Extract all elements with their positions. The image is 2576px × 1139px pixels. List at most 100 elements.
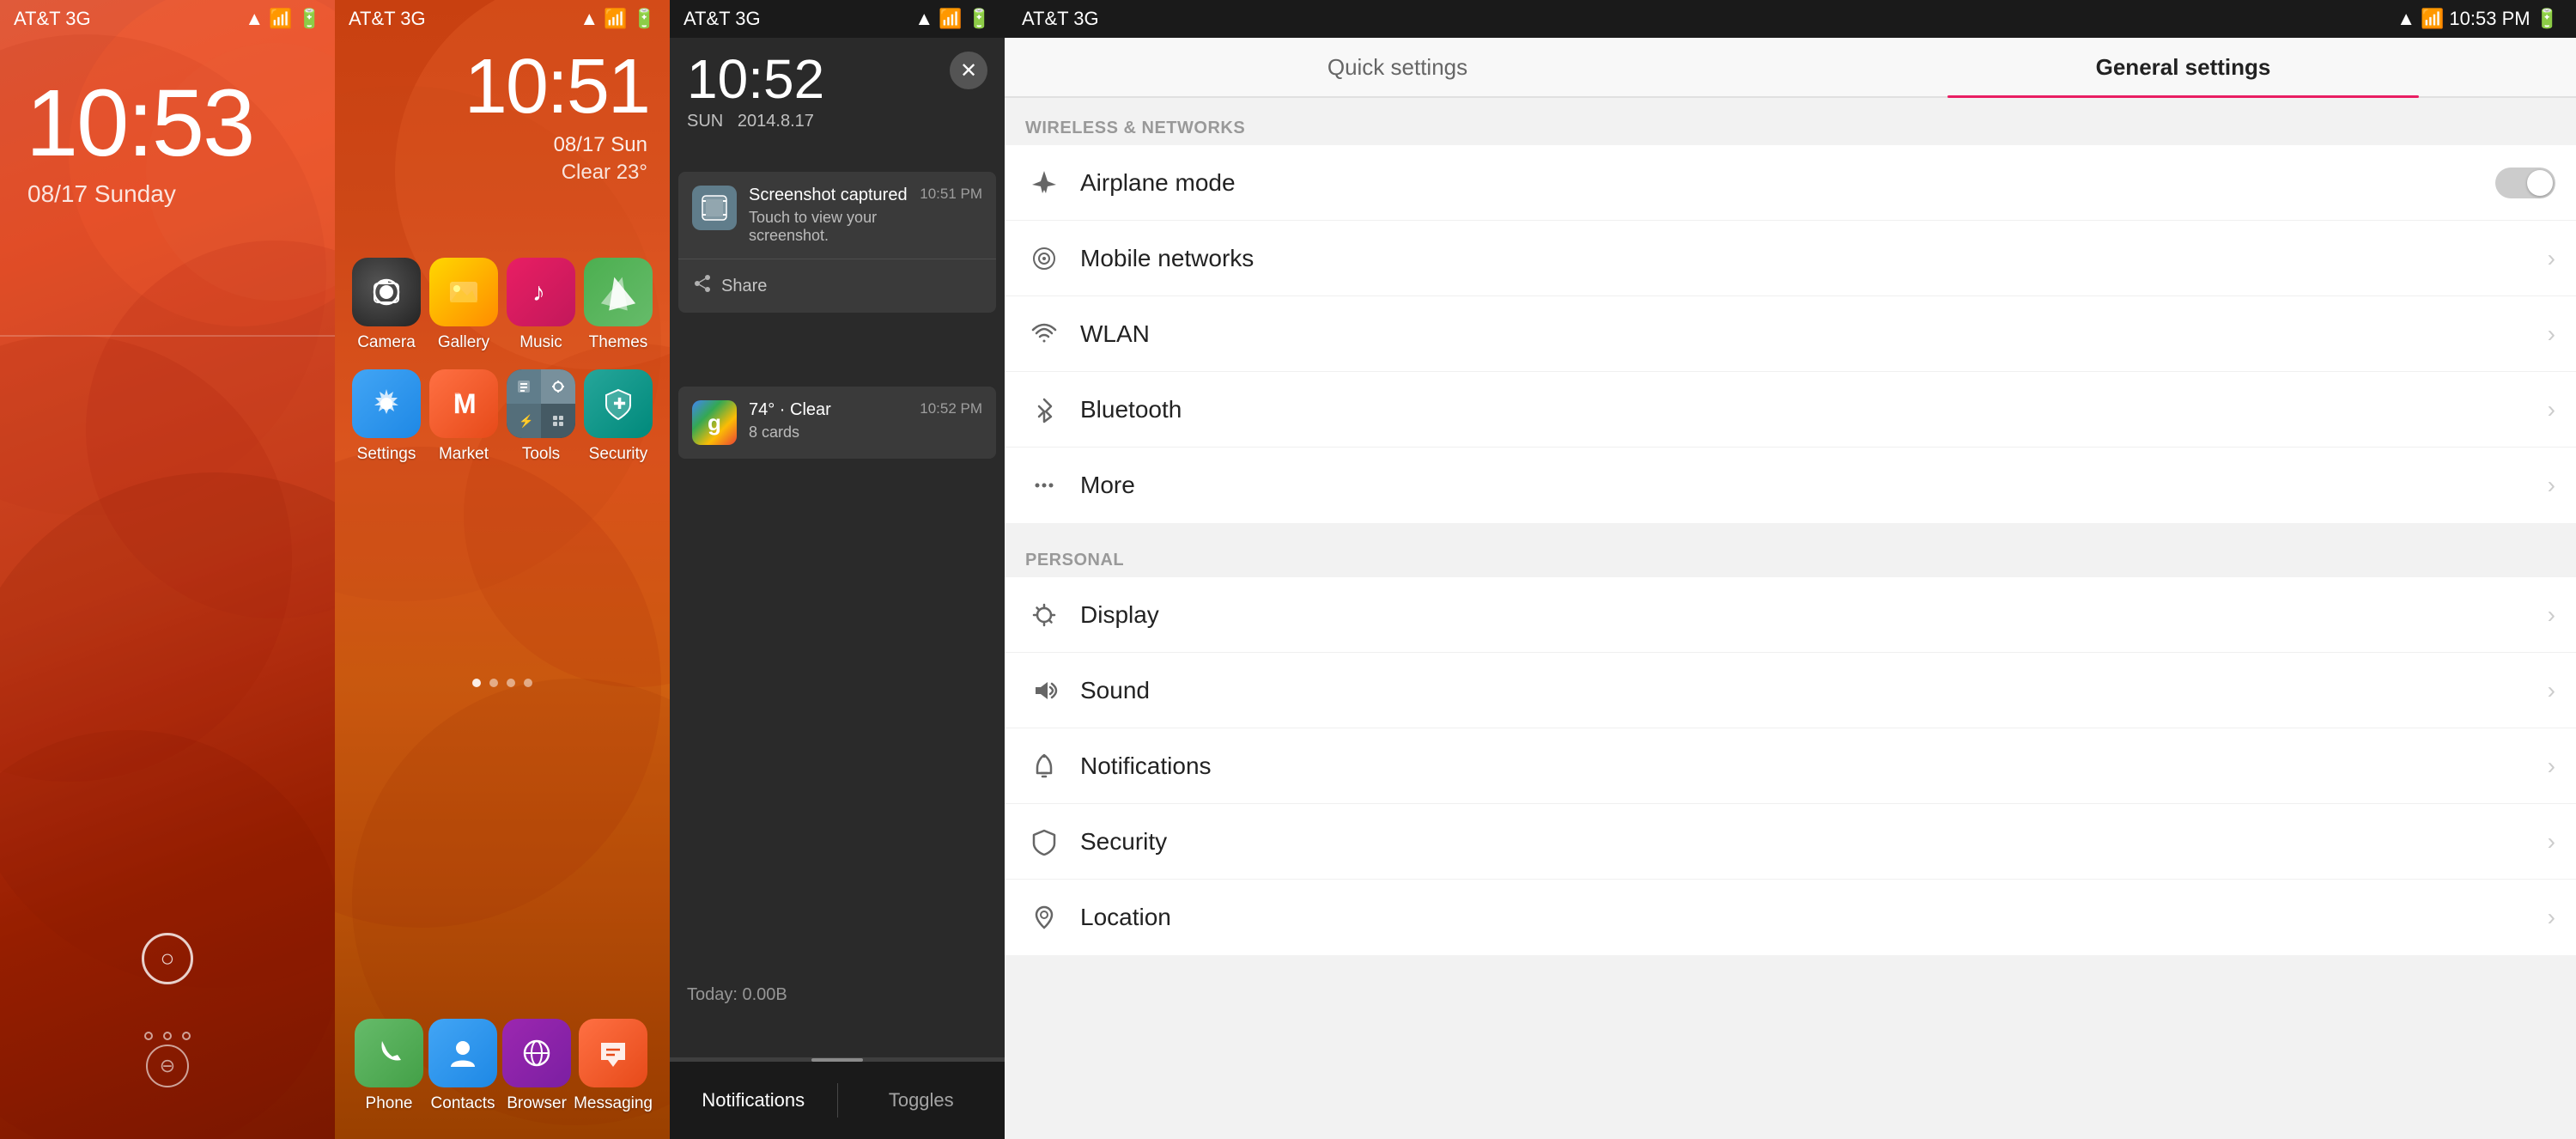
security-label-home: Security [589, 445, 648, 464]
settings-carrier-text: AT&T 3G [1022, 8, 1099, 30]
weather-notification-item[interactable]: g 74° · Clear 8 cards 10:52 PM [678, 387, 996, 459]
share-label[interactable]: Share [721, 277, 767, 296]
sound-label: Sound [1080, 677, 2548, 704]
location-item[interactable]: Location › [1005, 880, 2576, 955]
share-icon [692, 273, 713, 299]
mobile-networks-label: Mobile networks [1080, 245, 2548, 272]
phone-label: Phone [366, 1094, 413, 1113]
music-label: Music [519, 333, 562, 352]
notif-signal-icon: 📶 [939, 8, 962, 30]
app-messaging[interactable]: Messaging [574, 1019, 653, 1113]
unlock-circle-icon: ○ [161, 945, 175, 972]
homescreen-panel: AT&T 3G ▲ 📶 🔋 10:51 08/17 Sun Clear 23° … [335, 0, 670, 1139]
notif-day: SUN [687, 112, 723, 131]
share-row[interactable]: Share [678, 259, 996, 313]
airplane-mode-toggle[interactable] [2495, 168, 2555, 198]
camera-icon [352, 258, 421, 326]
slide-up-button[interactable]: ⊖ [146, 1045, 189, 1087]
screenshot-time: 10:51 PM [920, 186, 982, 203]
app-gallery[interactable]: Gallery [429, 258, 498, 352]
personal-section-header: PERSONAL [1005, 530, 2576, 577]
airplane-mode-item[interactable]: Airplane mode [1005, 145, 2576, 221]
settings-wifi-icon: ▲ [2397, 8, 2415, 30]
page-dot-3 [182, 1032, 191, 1040]
app-music[interactable]: ♪ Music [507, 258, 575, 352]
unlock-button[interactable]: ○ [142, 933, 193, 984]
notifications-tab[interactable]: Notifications [670, 1072, 837, 1129]
settings-panel: AT&T 3G ▲ 📶 10:53 PM 🔋 Quick settings Ge… [1005, 0, 2576, 1139]
page-dot-4 [524, 679, 532, 687]
settings-content: WIRELESS & NETWORKS Airplane mode Mobile… [1005, 98, 2576, 1139]
notif-status-bar: AT&T 3G ▲ 📶 🔋 [670, 0, 1005, 38]
music-icon: ♪ [507, 258, 575, 326]
quick-settings-tab[interactable]: Quick settings [1005, 38, 1790, 96]
general-settings-tab[interactable]: General settings [1790, 38, 2576, 96]
wireless-settings-list: Airplane mode Mobile networks › WLAN › [1005, 145, 2576, 523]
more-label: More [1080, 472, 2548, 499]
contacts-label: Contacts [431, 1094, 495, 1113]
more-networks-item[interactable]: More › [1005, 448, 2576, 523]
app-browser[interactable]: Browser [500, 1019, 574, 1113]
market-label: Market [439, 445, 489, 464]
app-settings[interactable]: Settings [352, 369, 421, 464]
page-dot-active [472, 679, 481, 687]
app-phone[interactable]: Phone [352, 1019, 426, 1113]
page-dot-2 [489, 679, 498, 687]
notif-time-block: 10:52 SUN 2014.8.17 [687, 52, 824, 131]
lock-divider [0, 335, 335, 337]
display-chevron: › [2548, 601, 2555, 629]
app-contacts[interactable]: Contacts [426, 1019, 500, 1113]
data-usage: Today: 0.00B [670, 971, 1005, 1019]
homescreen-status-bar: AT&T 3G ▲ 📶 🔋 [335, 0, 670, 38]
bluetooth-item[interactable]: Bluetooth › [1005, 372, 2576, 448]
screenshot-title: Screenshot captured [749, 186, 908, 205]
themes-icon [584, 258, 653, 326]
close-notifications-button[interactable]: ✕ [950, 52, 987, 89]
apps-grid: Camera Gallery ♪ Music Themes Settings [335, 258, 670, 464]
wlan-label: WLAN [1080, 320, 2548, 348]
mobile-networks-icon [1025, 240, 1063, 277]
toggles-tab[interactable]: Toggles [838, 1072, 1005, 1129]
screenshot-notification-item[interactable]: Screenshot captured Touch to view your s… [678, 172, 996, 259]
security-item[interactable]: Security › [1005, 804, 2576, 880]
page-dot-2 [163, 1032, 172, 1040]
app-themes[interactable]: Themes [584, 258, 653, 352]
status-bar: AT&T 3G ▲ 📶 🔋 [0, 0, 335, 38]
settings-tab-bar: Quick settings General settings [1005, 38, 2576, 98]
hs-signal-icon: 📶 [604, 8, 627, 30]
carrier-text: AT&T 3G [14, 8, 91, 30]
screenshot-notification-card[interactable]: Screenshot captured Touch to view your s… [678, 172, 996, 313]
page-dot-3 [507, 679, 515, 687]
notif-full-date: 2014.8.17 [738, 112, 814, 131]
slide-up-icon: ⊖ [160, 1055, 175, 1077]
themes-label: Themes [589, 333, 648, 352]
app-tools[interactable]: ⚡ Tools [507, 369, 575, 464]
gallery-icon [429, 258, 498, 326]
app-security[interactable]: ✚ Security [584, 369, 653, 464]
svg-text:♪: ♪ [532, 278, 545, 307]
wlan-item[interactable]: WLAN › [1005, 296, 2576, 372]
status-icons: ▲ 📶 🔋 [245, 8, 321, 30]
settings-status-bar: AT&T 3G ▲ 📶 10:53 PM 🔋 [1005, 0, 2576, 38]
lockscreen-panel: AT&T 3G ▲ 📶 🔋 10:53 08/17 Sunday ○ ⊖ [0, 0, 335, 1139]
wireless-section-header: WIRELESS & NETWORKS [1005, 98, 2576, 145]
display-item[interactable]: Display › [1005, 577, 2576, 653]
app-market[interactable]: Mi Market [429, 369, 498, 464]
camera-label: Camera [357, 333, 416, 352]
settings-carrier: AT&T 3G [1022, 8, 1099, 30]
notif-day-date: SUN 2014.8.17 [687, 112, 824, 131]
hs-carrier-text: AT&T 3G [349, 8, 426, 30]
weather-notification-card[interactable]: g 74° · Clear 8 cards 10:52 PM [678, 387, 996, 459]
svg-text:✚: ✚ [613, 395, 626, 412]
app-camera[interactable]: Camera [352, 258, 421, 352]
lock-time: 10:53 [0, 69, 335, 178]
mobile-networks-item[interactable]: Mobile networks › [1005, 221, 2576, 296]
notifications-label: Notifications [1080, 752, 2548, 780]
hs-status-icons: ▲ 📶 🔋 [580, 8, 656, 30]
gallery-label: Gallery [438, 333, 489, 352]
sound-item[interactable]: Sound › [1005, 653, 2576, 728]
notifications-item[interactable]: Notifications › [1005, 728, 2576, 804]
homescreen-page-dots [472, 679, 532, 687]
wlan-chevron: › [2548, 320, 2555, 348]
messaging-icon [579, 1019, 647, 1087]
